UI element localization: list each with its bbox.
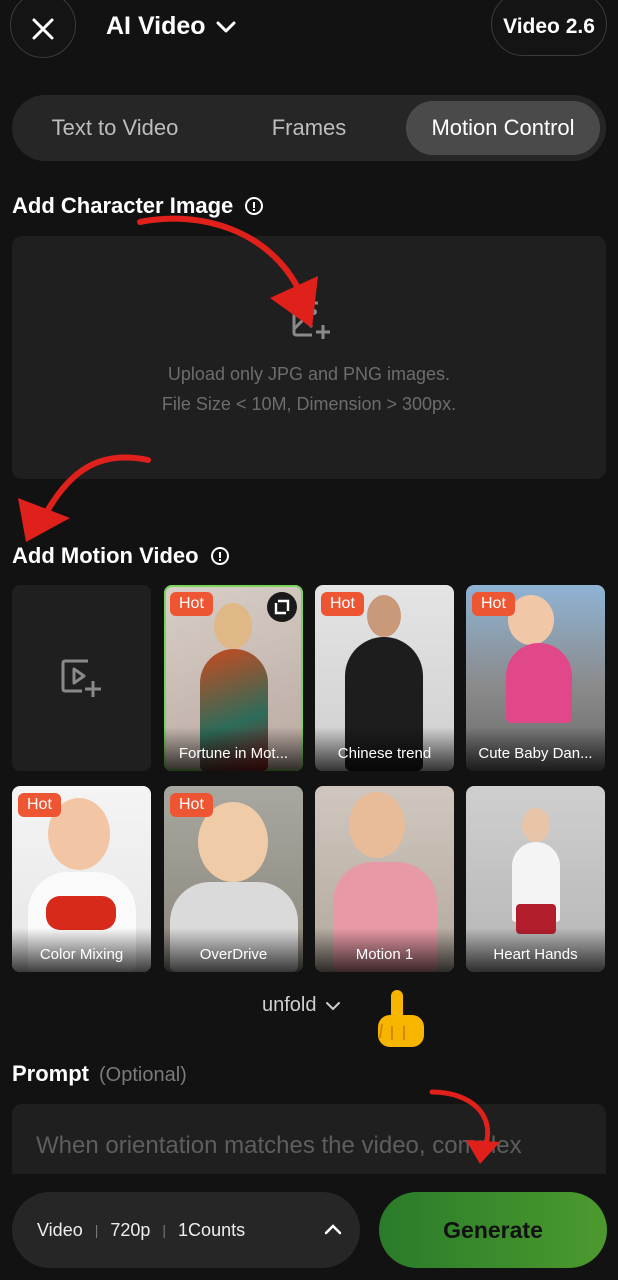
template-tile[interactable]: Hot Cute Baby Dan... — [466, 585, 605, 771]
tab-motion-control[interactable]: Motion Control — [406, 101, 600, 155]
app-title-dropdown[interactable]: AI Video — [106, 12, 236, 41]
prompt-placeholder: When orientation matches the video, comp… — [36, 1132, 522, 1159]
generate-button[interactable]: Generate — [379, 1192, 607, 1268]
template-name: Cute Baby Dan... — [466, 727, 605, 771]
divider: | — [162, 1222, 167, 1238]
character-upload-area[interactable]: Upload only JPG and PNG images. File Siz… — [12, 236, 606, 479]
section-title: Add Character Image — [12, 193, 234, 218]
resolution-value: 720p — [110, 1219, 151, 1240]
hot-badge: Hot — [472, 592, 515, 616]
generate-label: Generate — [443, 1216, 543, 1243]
mode-tabs: Text to Video Frames Motion Control — [12, 95, 606, 161]
divider: | — [94, 1222, 99, 1238]
tab-frames[interactable]: Frames — [216, 101, 402, 155]
template-tile[interactable]: Hot Chinese trend — [315, 585, 454, 771]
prompt-section-title: Prompt (Optional) — [12, 1061, 187, 1087]
hot-badge: Hot — [18, 793, 61, 817]
tab-label: Frames — [271, 115, 347, 140]
upload-hint-line2: File Size < 10M, Dimension > 300px. — [161, 394, 457, 414]
motion-section-title: Add Motion Video — [12, 543, 229, 569]
model-version-button[interactable]: Video 2.6 — [491, 0, 607, 56]
template-name: Fortune in Mot... — [164, 727, 303, 771]
mode-value: Video — [37, 1219, 83, 1240]
hot-badge: Hot — [170, 592, 213, 616]
tab-text-to-video[interactable]: Text to Video — [20, 101, 210, 155]
version-label: Video 2.6 — [503, 15, 595, 38]
close-icon — [32, 18, 54, 40]
info-icon[interactable] — [245, 197, 264, 215]
template-name: Color Mixing — [12, 928, 151, 972]
counts-value: 1Counts — [178, 1219, 246, 1240]
hot-badge: Hot — [321, 592, 364, 616]
template-name: Chinese trend — [315, 727, 454, 771]
template-tile[interactable]: Hot OverDrive — [164, 786, 303, 972]
template-tile[interactable]: Motion 1 — [315, 786, 454, 972]
unfold-label: unfold — [262, 994, 317, 1016]
chevron-up-icon — [324, 1224, 342, 1235]
template-name: Heart Hands — [466, 928, 605, 972]
fullscreen-icon[interactable] — [267, 592, 297, 622]
tab-label: Motion Control — [431, 115, 575, 140]
optional-label: (Optional) — [99, 1064, 187, 1086]
generation-settings-button[interactable]: Video | 720p | 1Counts — [12, 1192, 360, 1268]
upload-hint-line1: Upload only JPG and PNG images. — [167, 364, 451, 384]
hot-badge: Hot — [170, 793, 213, 817]
prompt-input[interactable]: When orientation matches the video, comp… — [12, 1104, 606, 1174]
page-title: AI Video — [106, 12, 206, 40]
pointing-hand-icon — [378, 990, 424, 1047]
template-name: OverDrive — [164, 928, 303, 972]
info-icon[interactable] — [210, 547, 229, 565]
template-tile[interactable]: Hot Fortune in Mot... — [164, 585, 303, 771]
unfold-button[interactable]: unfold — [262, 994, 341, 1017]
template-tile[interactable]: Heart Hands — [466, 786, 605, 972]
upload-motion-video-tile[interactable] — [12, 585, 151, 771]
tab-label: Text to Video — [51, 115, 179, 140]
template-name: Motion 1 — [315, 928, 454, 972]
character-section-title: Add Character Image — [12, 193, 264, 219]
chevron-down-icon — [216, 21, 236, 32]
section-title: Add Motion Video — [12, 543, 199, 568]
template-tile[interactable]: Hot Color Mixing — [12, 786, 151, 972]
section-title: Prompt — [12, 1061, 89, 1086]
close-button[interactable] — [10, 0, 76, 58]
chevron-down-icon — [325, 1001, 340, 1010]
add-image-icon — [292, 301, 330, 339]
add-video-icon — [61, 659, 101, 697]
